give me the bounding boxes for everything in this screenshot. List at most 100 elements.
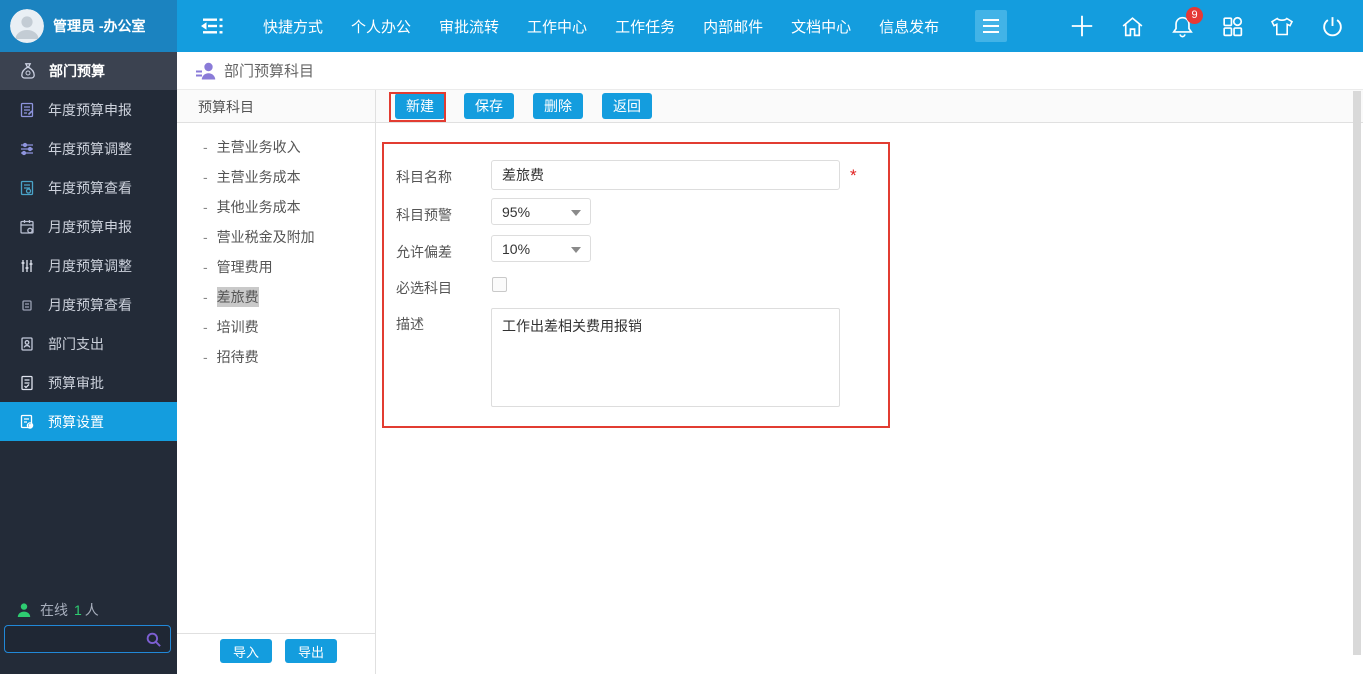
sidebar-item-label: 年度预算调整: [48, 140, 132, 157]
sidebar-item-annual-budget-adjust[interactable]: 年度预算调整: [0, 129, 177, 168]
tree-item-main-revenue[interactable]: - 主营业务收入: [177, 132, 375, 162]
search-icon[interactable]: [145, 631, 162, 648]
person-document-icon: [19, 336, 37, 352]
nav-info-publish[interactable]: 信息发布: [879, 16, 939, 37]
calendar-document-icon: [19, 219, 37, 235]
tree-item-travel-expense[interactable]: - 差旅费: [177, 282, 375, 312]
nav-work-tasks[interactable]: 工作任务: [615, 16, 675, 37]
panel-divider: [375, 90, 376, 674]
tree-item-business-tax[interactable]: - 营业税金及附加: [177, 222, 375, 252]
tree-item-label: 主营业务成本: [216, 169, 301, 185]
sidebar-item-monthly-budget-view[interactable]: 月度预算查看: [0, 285, 177, 324]
sidebar-item-annual-budget-declare[interactable]: 年度预算申报: [0, 90, 177, 129]
export-button[interactable]: 导出: [285, 639, 338, 663]
save-button[interactable]: 保存: [464, 93, 514, 119]
money-bag-icon: [19, 62, 39, 80]
top-bar: 快捷方式 个人办公 审批流转 工作中心 工作任务 内部邮件 文档中心 信息发布 …: [0, 0, 1363, 52]
tree-dash: -: [203, 229, 208, 245]
user-name: 管理员 -办公室: [53, 18, 146, 34]
document-view-icon: [19, 180, 37, 196]
online-status: 在线 1 人: [16, 600, 99, 620]
tree-dash: -: [203, 319, 208, 335]
tree-dash: -: [203, 289, 208, 305]
collapse-menu-icon[interactable]: [197, 13, 227, 39]
subject-warning-select[interactable]: 95%: [491, 198, 591, 225]
home-icon[interactable]: [1119, 13, 1145, 39]
tree-item-label: 主营业务收入: [216, 139, 301, 155]
tree-dash: -: [203, 199, 208, 215]
bell-icon[interactable]: 9: [1169, 7, 1203, 39]
page-title: 部门预算科目: [224, 63, 315, 80]
sidebar-item-budget-settings[interactable]: 预算设置: [0, 402, 177, 441]
sidebar-search: [4, 625, 171, 653]
nav-document-center[interactable]: 文档中心: [791, 16, 851, 37]
top-nav: 快捷方式 个人办公 审批流转 工作中心 工作任务 内部邮件 文档中心 信息发布: [177, 0, 1008, 52]
new-button[interactable]: 新建: [395, 93, 445, 119]
nav-personal-office[interactable]: 个人办公: [351, 16, 411, 37]
app-window: 快捷方式 个人办公 审批流转 工作中心 工作任务 内部邮件 文档中心 信息发布 …: [0, 0, 1363, 674]
tree-item-label: 差旅费: [216, 287, 259, 307]
import-button[interactable]: 导入: [220, 639, 273, 663]
tree-item-label: 其他业务成本: [216, 199, 301, 215]
document-edit-icon: [19, 102, 37, 118]
sidebar-header-department-budget[interactable]: 部门预算: [0, 52, 177, 90]
sidebar-item-monthly-budget-declare[interactable]: 月度预算申报: [0, 207, 177, 246]
chevron-down-icon: [571, 210, 581, 216]
online-count: 1: [74, 602, 82, 618]
subject-tree: - 主营业务收入 - 主营业务成本 - 其他业务成本 - 营业税金及附加 - 管理费用 -…: [177, 132, 375, 372]
panel-footer-buttons: 导入 导出: [220, 639, 338, 663]
required-subject-checkbox[interactable]: [492, 277, 507, 292]
back-button[interactable]: 返回: [602, 93, 652, 119]
user-area: 管理员 -办公室: [0, 0, 177, 52]
nav-internal-mail[interactable]: 内部邮件: [703, 16, 763, 37]
power-icon[interactable]: [1319, 13, 1345, 39]
required-subject-label: 必选科目: [396, 280, 452, 296]
user-avatar[interactable]: [10, 9, 44, 43]
required-asterisk: *: [850, 166, 857, 185]
page-header: 部门预算科目: [177, 52, 1363, 90]
subject-warning-value: 95%: [502, 203, 531, 220]
sidebar-item-monthly-budget-adjust[interactable]: 月度预算调整: [0, 246, 177, 285]
tree-item-management-fee[interactable]: - 管理费用: [177, 252, 375, 282]
nav-shortcuts[interactable]: 快捷方式: [263, 16, 323, 37]
tree-item-entertainment-fee[interactable]: - 招待费: [177, 342, 375, 372]
theme-shirt-icon[interactable]: [1269, 13, 1295, 39]
vertical-scrollbar[interactable]: [1353, 91, 1361, 655]
allowed-deviation-select[interactable]: 10%: [491, 235, 591, 262]
allowed-deviation-label: 允许偏差: [396, 244, 452, 260]
subject-name-input[interactable]: [491, 160, 840, 190]
document-gear-icon: [19, 414, 37, 430]
toolbar-buttons: 新建 保存 删除 返回: [395, 93, 652, 119]
nav-approval-flow[interactable]: 审批流转: [439, 16, 499, 37]
sidebar-item-budget-approval[interactable]: 预算审批: [0, 363, 177, 402]
sidebar-item-annual-budget-view[interactable]: 年度预算查看: [0, 168, 177, 207]
notification-badge: 9: [1186, 7, 1203, 24]
description-textarea[interactable]: 工作出差相关费用报销: [491, 308, 840, 407]
sidebar-item-label: 年度预算申报: [48, 101, 132, 118]
apps-icon[interactable]: [1219, 13, 1245, 39]
subject-person-icon: [195, 61, 216, 80]
tree-item-label: 营业税金及附加: [216, 229, 315, 245]
online-person-icon: [16, 602, 32, 618]
tree-item-main-cost[interactable]: - 主营业务成本: [177, 162, 375, 192]
plus-icon[interactable]: [1069, 13, 1095, 39]
sidebar-item-department-expense[interactable]: 部门支出: [0, 324, 177, 363]
panel-title: 预算科目: [198, 98, 254, 115]
tree-item-training-fee[interactable]: - 培训费: [177, 312, 375, 342]
top-right-icons: 9: [1069, 0, 1345, 52]
toolbar-row: 预算科目 新建 保存 删除 返回: [177, 90, 1363, 123]
description-label: 描述: [396, 316, 424, 332]
small-document-icon: [19, 297, 37, 313]
sidebar-item-label: 预算审批: [48, 374, 104, 391]
hamburger-menu-icon[interactable]: [975, 10, 1008, 42]
search-input[interactable]: [5, 631, 145, 647]
nav-work-center[interactable]: 工作中心: [527, 16, 587, 37]
sliders-icon: [19, 141, 37, 157]
sidebar-item-label: 预算设置: [48, 413, 104, 430]
delete-button[interactable]: 删除: [533, 93, 583, 119]
sidebar-item-label: 月度预算调整: [48, 257, 132, 274]
subject-warning-label: 科目预警: [396, 207, 452, 223]
tree-dash: -: [203, 349, 208, 365]
tree-dash: -: [203, 169, 208, 185]
tree-item-other-cost[interactable]: - 其他业务成本: [177, 192, 375, 222]
